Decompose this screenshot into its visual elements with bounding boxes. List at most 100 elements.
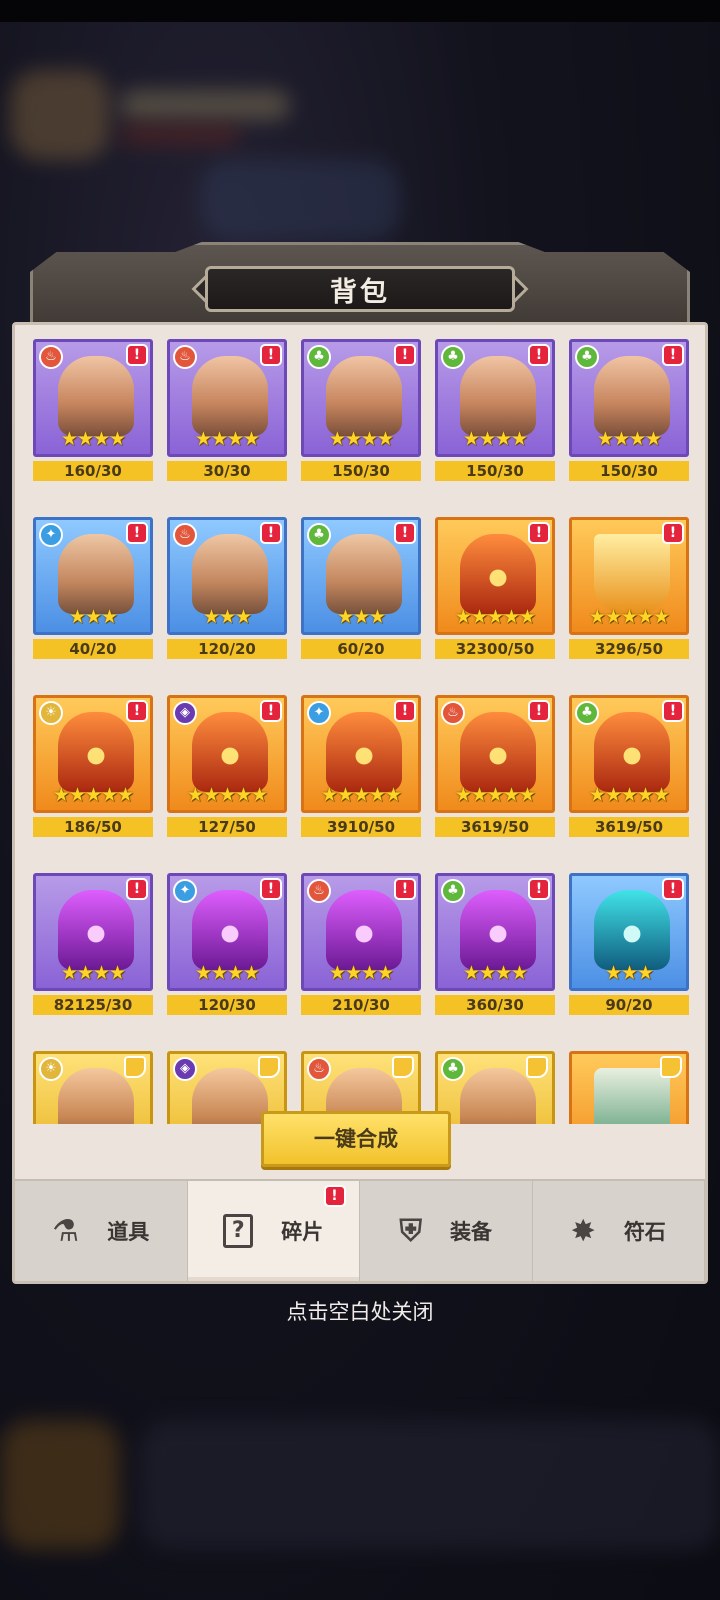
fragment-frame: ♣! ★★★★ — [435, 339, 555, 457]
alert-badge-icon: ! — [662, 344, 684, 366]
fragment-item[interactable]: ♨! ★★★★ 160/30 — [33, 339, 153, 481]
alert-badge-icon: ! — [528, 522, 550, 544]
water-faction-icon: ✦ — [39, 523, 63, 547]
fragment-count: 82125/30 — [33, 995, 153, 1015]
fragment-count: 360/30 — [435, 995, 555, 1015]
fragment-item[interactable]: ! ★★★ 90/20 — [569, 873, 689, 1015]
fragment-frame: ♣! ★★★★ — [569, 339, 689, 457]
star-rating: ★★★★ — [328, 962, 394, 984]
fragment-count: 3910/50 — [301, 817, 421, 837]
puzzle-piece-icon — [660, 1056, 682, 1078]
rune-star-icon: ✸ — [570, 1213, 596, 1249]
fire-faction-icon: ♨ — [441, 701, 465, 725]
alert-badge-icon: ! — [528, 878, 550, 900]
synthesize-all-button[interactable]: 一键合成 — [261, 1111, 451, 1167]
tab-0[interactable]: ⚗ 道具 — [15, 1181, 188, 1281]
fragment-item[interactable]: ✦! ★★★★★ 3910/50 — [301, 695, 421, 837]
hero-portrait — [58, 534, 134, 614]
fragment-frame: ♣! ★★★ — [301, 517, 421, 635]
fragment-count: 3619/50 — [569, 817, 689, 837]
bag-tab-bar: ⚗ 道具? 碎片! ⛨ 装备 ✸ 符石 — [15, 1179, 705, 1281]
fragment-item[interactable]: ◈! ★★★★★ 127/50 — [167, 695, 287, 837]
crown-fragment-icon — [594, 534, 670, 614]
star-rating: ★★★★ — [328, 428, 394, 450]
fragment-item[interactable]: ♨! ★★★ 120/20 — [167, 517, 287, 659]
page-title: 背包 — [205, 266, 515, 312]
fragment-item[interactable]: ♨! ★★★★ 30/30 — [167, 339, 287, 481]
tab-2[interactable]: ⛨ 装备 — [360, 1181, 533, 1281]
fragment-frame: ♨! ★★★ — [167, 517, 287, 635]
fragment-count: 186/50 — [33, 817, 153, 837]
star-rating: ★★★★★ — [52, 784, 134, 806]
water-faction-icon: ✦ — [173, 879, 197, 903]
tab-1[interactable]: ? 碎片! — [187, 1181, 360, 1281]
fragment-count: 160/30 — [33, 461, 153, 481]
tab-3[interactable]: ✸ 符石 — [533, 1181, 705, 1281]
fragment-count: 150/30 — [435, 461, 555, 481]
fragment-item[interactable]: ♣! ★★★★★ 3619/50 — [569, 695, 689, 837]
nature-faction-icon: ♣ — [441, 345, 465, 369]
puzzle-piece-icon — [258, 1056, 280, 1078]
water-faction-icon: ✦ — [307, 701, 331, 725]
alert-badge-icon: ! — [394, 344, 416, 366]
fragment-item[interactable]: ! ★★★★ 82125/30 — [33, 873, 153, 1015]
helmet-fragment-icon — [192, 712, 268, 792]
fragment-count: 90/20 — [569, 995, 689, 1015]
fragment-item[interactable]: ♣! ★★★★ 150/30 — [301, 339, 421, 481]
star-rating: ★★★★★ — [588, 606, 670, 628]
fragment-frame: ♣! ★★★★ — [301, 339, 421, 457]
tab-label: 符石 — [623, 1220, 666, 1244]
shield-icon: ⛨ — [399, 1213, 423, 1249]
fragment-item[interactable]: ♣! ★★★★ 360/30 — [435, 873, 555, 1015]
fragment-item[interactable]: ☀ — [33, 1051, 153, 1124]
fragment-item[interactable]: ✦! ★★★ 40/20 — [33, 517, 153, 659]
nature-faction-icon: ♣ — [307, 523, 331, 547]
tab-label: 碎片 — [281, 1220, 324, 1244]
nature-faction-icon: ♣ — [441, 879, 465, 903]
alert-badge-icon: ! — [528, 700, 550, 722]
nature-faction-icon: ♣ — [575, 345, 599, 369]
fragment-frame: ◈! ★★★★★ — [167, 695, 287, 813]
star-rating: ★★★ — [202, 606, 252, 628]
hero-portrait — [326, 534, 402, 614]
light-faction-icon: ☀ — [39, 701, 63, 725]
fragment-count: 3619/50 — [435, 817, 555, 837]
fragment-count: 30/30 — [167, 461, 287, 481]
fragment-item[interactable]: ♣! ★★★★ 150/30 — [435, 339, 555, 481]
star-rating: ★★★★ — [60, 428, 126, 450]
fragment-item[interactable]: ! ★★★★★ 3296/50 — [569, 517, 689, 659]
fragment-item[interactable]: ♣! ★★★★ 150/30 — [569, 339, 689, 481]
fragment-count: 3296/50 — [569, 639, 689, 659]
fragment-item[interactable]: ✦! ★★★★ 120/30 — [167, 873, 287, 1015]
fragment-item[interactable]: ! ★★★★★ 32300/50 — [435, 517, 555, 659]
fragment-item[interactable]: ☀! ★★★★★ 186/50 — [33, 695, 153, 837]
star-rating: ★★★★★ — [454, 606, 536, 628]
star-rating: ★★★ — [604, 962, 654, 984]
fragment-count: 40/20 — [33, 639, 153, 659]
fragment-item[interactable]: ♣ — [435, 1051, 555, 1124]
fragment-frame: ☀ — [33, 1051, 153, 1124]
hero-portrait — [594, 356, 670, 436]
fragment-item[interactable]: ♨! ★★★★★ 3619/50 — [435, 695, 555, 837]
helmet-fragment-icon — [58, 890, 134, 970]
fragment-item[interactable]: ♣! ★★★ 60/20 — [301, 517, 421, 659]
fragment-frame: ♣! ★★★★ — [435, 873, 555, 991]
hourglass-fragment-icon — [594, 1068, 670, 1124]
fragment-item[interactable]: ♨! ★★★★ 210/30 — [301, 873, 421, 1015]
helmet-fragment-icon — [326, 712, 402, 792]
helmet-fragment-icon — [460, 712, 536, 792]
hero-portrait — [192, 1068, 268, 1124]
fragment-grid-viewport[interactable]: ♨! ★★★★ 160/30 ♨! ★★★★ 30/30 ♣! ★★★★ 150/30 ♣! ★★★… — [23, 337, 699, 1124]
star-rating: ★★★★★ — [454, 784, 536, 806]
alert-badge-icon: ! — [126, 700, 148, 722]
potion-icon: ⚗ — [52, 1213, 80, 1249]
dark-faction-icon: ◈ — [173, 1057, 197, 1081]
light-faction-icon: ☀ — [39, 1057, 63, 1081]
fragment-frame: ♣ — [435, 1051, 555, 1124]
puzzle-piece-icon — [124, 1056, 146, 1078]
fire-faction-icon: ♨ — [307, 879, 331, 903]
star-rating: ★★★★ — [462, 428, 528, 450]
alert-badge-icon: ! — [394, 522, 416, 544]
fragment-item[interactable] — [569, 1051, 689, 1124]
hero-portrait — [460, 1068, 536, 1124]
